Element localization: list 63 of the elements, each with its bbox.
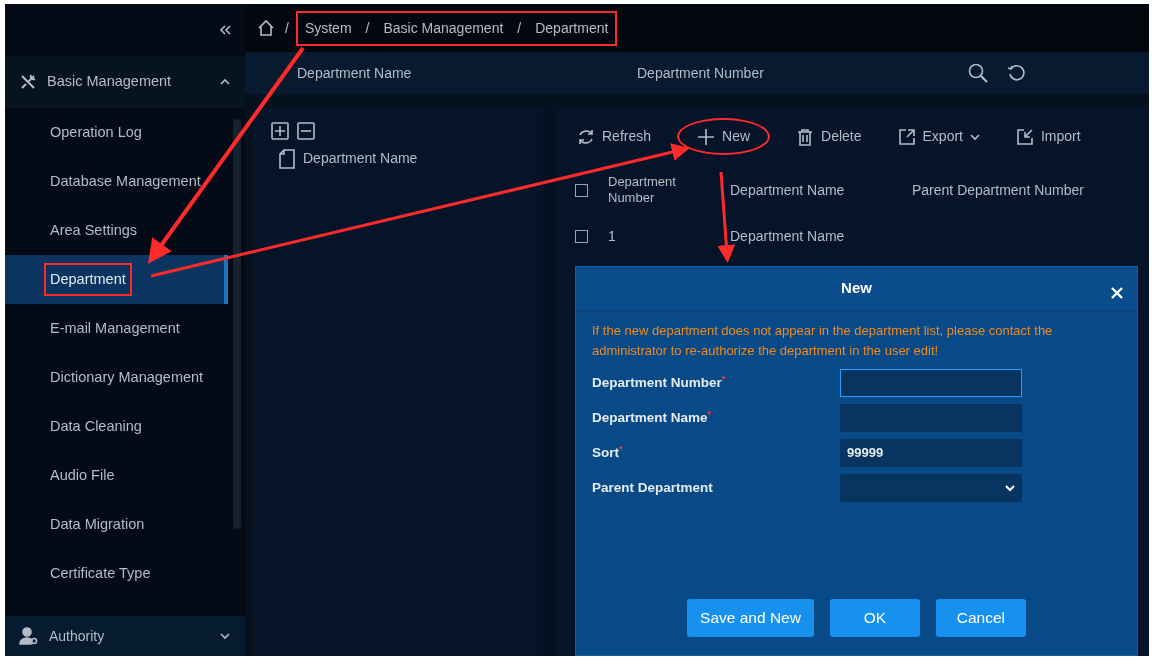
close-icon xyxy=(1111,287,1123,300)
search-field-label: Department Name xyxy=(297,64,412,81)
plus-icon xyxy=(697,127,716,146)
warning-message: If the new department does not appear in the department list, please contact the administrator to re-authorize the department in the user edit! xyxy=(591,322,1054,361)
refresh-icon xyxy=(577,127,595,146)
search-field-label: Department Number xyxy=(637,64,764,81)
input-field[interactable] xyxy=(840,403,1022,432)
chevron-icon xyxy=(219,631,231,641)
sidebar-item[interactable]: E-mail Management xyxy=(5,304,228,353)
toolbar-button[interactable]: Delete xyxy=(786,122,872,151)
collapse-icon[interactable] xyxy=(219,25,231,35)
toolbar-button[interactable]: Export xyxy=(887,122,990,151)
toolbar-button[interactable]: New xyxy=(677,118,771,155)
export-icon xyxy=(897,127,916,146)
sidebar-item[interactable]: Area Settings xyxy=(5,206,228,255)
dropdown-field[interactable] xyxy=(840,473,1022,502)
home-icon[interactable] xyxy=(257,19,275,37)
column-header: Department Number xyxy=(608,173,677,207)
column-header: Parent Department Number xyxy=(912,180,1085,200)
field-label: Parent Department xyxy=(592,478,714,497)
field-label: Department Number* xyxy=(592,372,727,392)
dialog-title: New xyxy=(841,278,872,299)
search-icon[interactable] xyxy=(967,62,989,84)
column-header: Department Name xyxy=(730,180,846,200)
caret-icon xyxy=(970,132,980,141)
table-link[interactable]: Department Name xyxy=(730,225,845,247)
scrollbar[interactable] xyxy=(233,119,241,529)
breadcrumb-link[interactable]: System xyxy=(304,17,352,39)
breadcrumb-link[interactable]: Department xyxy=(535,17,609,39)
toolbar-button[interactable]: Import xyxy=(1006,122,1091,151)
sidebar-item[interactable]: Dictionary Management xyxy=(5,353,228,402)
trash-icon xyxy=(796,127,815,146)
input-field[interactable]: 99999 xyxy=(840,438,1022,467)
document-icon xyxy=(279,148,295,169)
sidebar-item[interactable]: Department xyxy=(5,255,228,304)
expand-all-icon[interactable] xyxy=(271,122,289,140)
chevron-icon xyxy=(219,77,231,87)
tree-node[interactable]: Department Name xyxy=(303,148,418,169)
checkbox[interactable] xyxy=(575,229,588,243)
breadcrumb-separator: / xyxy=(365,18,370,38)
sidebar-item[interactable]: Data Cleaning xyxy=(5,402,228,451)
field-label: Department Name* xyxy=(592,407,713,427)
menu-group[interactable]: Basic Management xyxy=(5,56,245,108)
sidebar-item[interactable]: Data Migration xyxy=(5,500,228,549)
tools-icon xyxy=(19,73,37,91)
reset-icon[interactable] xyxy=(1007,63,1027,83)
input-field[interactable] xyxy=(840,368,1022,397)
sidebar-item[interactable]: Audio File xyxy=(5,451,228,500)
menu-group[interactable]: Authority xyxy=(5,616,245,656)
user-gear-icon xyxy=(19,627,39,645)
checkbox[interactable] xyxy=(575,183,588,197)
sidebar-item[interactable]: Operation Log xyxy=(5,108,228,157)
import-icon xyxy=(1016,127,1034,146)
sidebar-item[interactable]: Database Management xyxy=(5,157,228,206)
collapse-all-icon[interactable] xyxy=(297,122,315,140)
toolbar-button[interactable]: Refresh xyxy=(567,122,662,151)
field-label: Sort* xyxy=(592,442,624,462)
sidebar-item[interactable]: Certificate Type xyxy=(5,549,228,598)
breadcrumb-separator: / xyxy=(517,18,522,38)
breadcrumb-separator: / xyxy=(285,18,289,38)
breadcrumb-link[interactable]: Basic Management xyxy=(383,17,504,39)
chevron-icon xyxy=(1005,483,1015,492)
table-link[interactable]: 1 xyxy=(608,225,730,247)
